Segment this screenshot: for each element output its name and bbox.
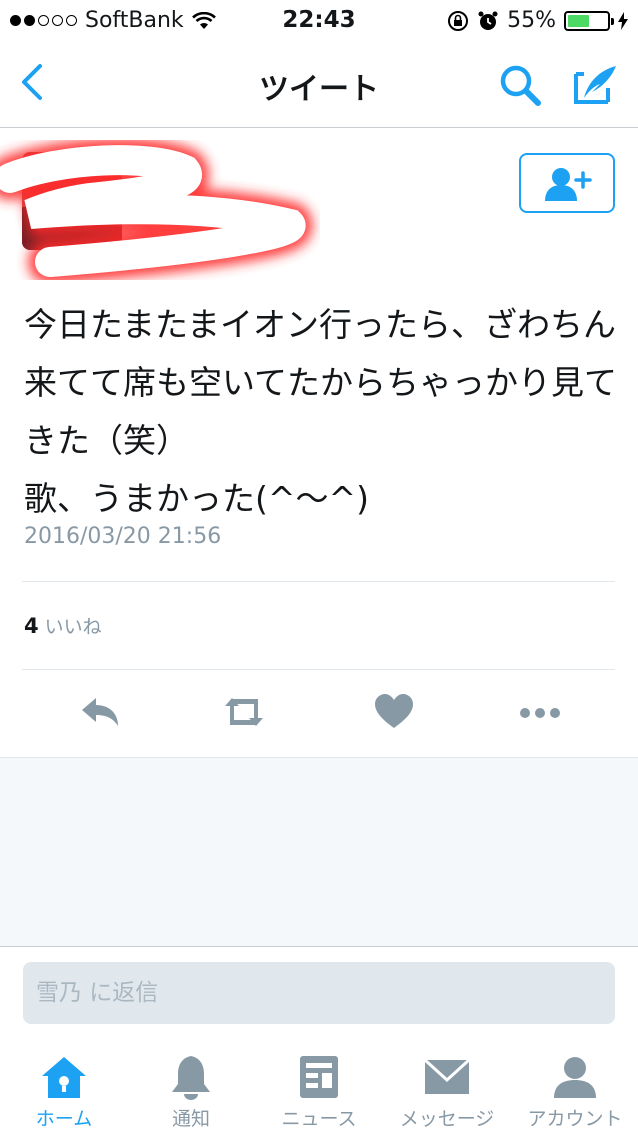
- news-icon: [300, 1056, 338, 1098]
- battery-icon: [564, 10, 614, 31]
- charging-icon: [618, 11, 628, 30]
- tweet-text: 今日たまたまイオン行ったら、ざわちん来てて席も空いてたからちゃっかり見てきた（笑…: [24, 305, 618, 518]
- tab-notifications[interactable]: 通知: [127, 1040, 255, 1136]
- redaction-scribble: [0, 140, 313, 280]
- rotation-lock-icon: [448, 10, 469, 31]
- follow-button[interactable]: [519, 153, 615, 213]
- person-icon: [554, 1057, 596, 1098]
- bell-icon: [172, 1056, 210, 1100]
- like-icon[interactable]: [372, 692, 416, 732]
- reply-input[interactable]: [23, 962, 615, 1024]
- nav-bar: ツイート: [0, 40, 638, 128]
- divider: [22, 669, 615, 670]
- tab-label: ニュース: [281, 1108, 357, 1130]
- like-count-label: いいね: [44, 616, 102, 638]
- divider: [22, 581, 615, 582]
- status-bar: SoftBank 22:43 55%: [0, 0, 638, 40]
- search-icon[interactable]: [496, 62, 546, 108]
- more-icon[interactable]: [518, 692, 562, 732]
- tab-account[interactable]: アカウント: [511, 1040, 638, 1136]
- tab-label: ホーム: [35, 1108, 93, 1130]
- tab-bar: ホーム 通知 ニュース メッセージ アカウント: [0, 1040, 638, 1136]
- tab-home[interactable]: ホーム: [0, 1040, 128, 1136]
- like-count[interactable]: 4 いいね: [24, 612, 102, 639]
- compose-icon[interactable]: [570, 60, 620, 108]
- retweet-icon[interactable]: [222, 692, 266, 732]
- tab-messages[interactable]: メッセージ: [383, 1040, 511, 1136]
- tab-label: アカウント: [527, 1108, 623, 1130]
- empty-replies-area: [0, 757, 638, 947]
- home-icon: [42, 1057, 86, 1098]
- tab-label: メッセージ: [399, 1108, 495, 1130]
- reply-field[interactable]: [23, 962, 615, 1024]
- tab-label: 通知: [171, 1108, 210, 1130]
- battery-percent: 55%: [507, 8, 556, 33]
- alarm-icon: [478, 11, 498, 30]
- tab-news[interactable]: ニュース: [255, 1040, 383, 1136]
- status-right: 55%: [447, 8, 628, 33]
- reply-icon[interactable]: [78, 692, 122, 732]
- envelope-icon: [423, 1058, 471, 1094]
- like-count-number: 4: [24, 614, 39, 638]
- tweet-timestamp: 2016/03/20 21:56: [24, 524, 222, 549]
- add-user-icon: [545, 168, 592, 201]
